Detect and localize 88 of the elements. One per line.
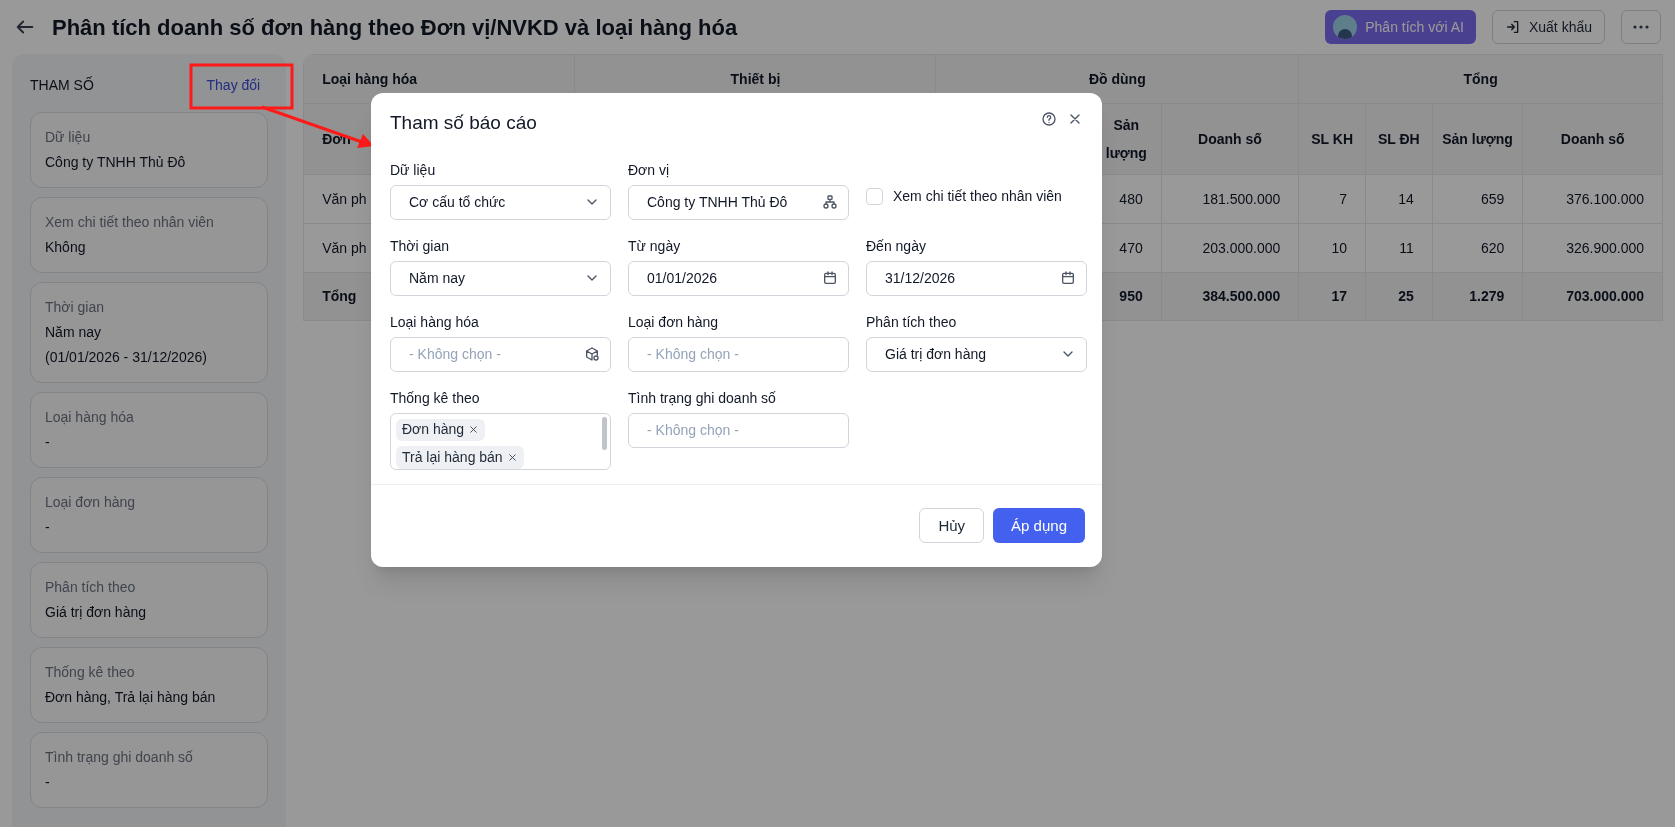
param-label: Phân tích theo xyxy=(45,578,137,597)
table-cell: 620 xyxy=(1481,239,1505,256)
table-cell: 203.000.000 xyxy=(1202,239,1281,256)
help-button[interactable] xyxy=(1041,111,1057,127)
checkbox[interactable] xyxy=(866,187,883,205)
param-value: Năm nay xyxy=(45,323,103,342)
date-field[interactable]: 31/12/2026 xyxy=(866,260,1087,296)
table-cell: 10 xyxy=(1331,239,1347,256)
dialog-title: Tham số báo cáo xyxy=(390,111,537,135)
apply-button[interactable]: Áp dụng xyxy=(993,508,1085,544)
tag-field[interactable]: Đơn hàng Trả lại hàng bán xyxy=(390,412,611,470)
param-label: Thời gian xyxy=(45,298,105,317)
tag-chip: Trả lại hàng bán xyxy=(396,446,524,469)
param-label: Loại đơn hàng xyxy=(45,493,137,512)
panel-title: THAM SỐ xyxy=(30,75,94,95)
change-link[interactable]: Thay đổi xyxy=(206,74,261,96)
cancel-button[interactable]: Hủy xyxy=(919,508,985,544)
param-value: (01/01/2026 - 31/12/2026) xyxy=(45,348,208,367)
table-header: SL ĐH xyxy=(1378,130,1420,149)
page-title: Phân tích doanh số đơn hàng theo Đơn vị/NVKD và loại hàng hóa xyxy=(52,13,738,42)
remove-icon xyxy=(468,424,480,436)
table-cell: 7 xyxy=(1339,190,1347,207)
param-value: Đơn hàng, Trả lại hàng bán xyxy=(45,688,217,707)
table-cell: 14 xyxy=(1398,190,1414,207)
calendar-icon xyxy=(1060,270,1076,286)
input-field[interactable]: Công ty TNHH Thủ Đô xyxy=(628,184,849,220)
export-icon xyxy=(1504,19,1521,35)
param-label: Tình trạng ghi doanh số xyxy=(45,748,194,767)
date-field[interactable]: 01/01/2026 xyxy=(628,260,849,296)
table-header: Loại hàng hóa xyxy=(322,70,418,87)
table-cell: Tổng xyxy=(322,288,357,304)
field-label: Tình trạng ghi doanh số xyxy=(628,388,777,405)
field-label: Loại hàng hóa xyxy=(390,312,480,329)
param-value: Công ty TNHH Thủ Đô xyxy=(45,153,187,172)
table-header: Doanh số xyxy=(1560,130,1625,149)
table-cell: 376.100.000 xyxy=(1566,190,1644,207)
avatar-icon xyxy=(1333,15,1358,39)
table-cell: 17 xyxy=(1331,288,1347,304)
table-cell: 11 xyxy=(1399,239,1414,256)
checkbox-option[interactable]: Xem chi tiết theo nhân viên xyxy=(866,178,1062,214)
table-header: Tổng xyxy=(1463,70,1498,87)
scrollbar xyxy=(602,416,607,450)
dropdown[interactable]: Năm nay xyxy=(390,260,611,296)
table-cell: 181.500.000 xyxy=(1202,190,1281,207)
field-label: Từ ngày xyxy=(628,236,682,253)
param-value: - xyxy=(45,773,51,792)
field-label: Loại đơn hàng xyxy=(628,312,720,329)
field-label: Thời gian xyxy=(390,236,450,253)
table-header: Thiết bị xyxy=(730,70,781,87)
help-icon xyxy=(1041,111,1057,127)
field-label: Đến ngày xyxy=(866,236,927,253)
field-label: Thống kê theo xyxy=(390,388,481,405)
param-value: Giá trị đơn hàng xyxy=(45,603,147,622)
param-label: Thống kê theo xyxy=(45,663,136,682)
table-cell: 384.500.000 xyxy=(1202,288,1281,304)
param-label: Xem chi tiết theo nhân viên xyxy=(45,213,215,232)
field-label: Phân tích theo xyxy=(866,312,958,329)
table-header: Doanh số xyxy=(1198,130,1262,149)
dropdown[interactable]: Giá trị đơn hàng xyxy=(866,336,1087,372)
table-cell: Văn ph xyxy=(322,239,367,256)
box-icon xyxy=(584,346,600,362)
export-button[interactable]: Xuất khẩu xyxy=(1491,10,1605,44)
field-label: Dữ liệu xyxy=(390,160,437,177)
hierarchy-icon xyxy=(822,194,838,210)
table-header: SL KH xyxy=(1311,130,1353,149)
param-value: - xyxy=(45,433,51,452)
table-cell: 950 xyxy=(1119,288,1143,304)
calendar-icon xyxy=(822,270,838,286)
more-icon xyxy=(1633,25,1649,29)
table-cell: Văn ph xyxy=(322,190,367,207)
tag-chip: Đơn hàng xyxy=(396,418,486,441)
table-cell: 703.000.000 xyxy=(1566,288,1644,304)
param-value: Không xyxy=(45,238,87,257)
table-cell: 326.900.000 xyxy=(1566,239,1644,256)
table-header: Sản lượng xyxy=(1104,116,1148,163)
table-header: Sản lượng xyxy=(1442,130,1513,149)
table-cell: 25 xyxy=(1398,288,1414,304)
param-value: - xyxy=(45,518,51,537)
remove-icon xyxy=(506,451,518,463)
dropdown[interactable]: Cơ cấu tổ chức xyxy=(390,184,611,220)
table-cell: 480 xyxy=(1119,190,1143,207)
param-label: Loại hàng hóa xyxy=(45,408,135,427)
field-label: Đơn vị xyxy=(628,160,671,177)
param-label: Dữ liệu xyxy=(45,128,92,147)
table-cell: 659 xyxy=(1481,190,1505,207)
table-cell: 1.279 xyxy=(1469,288,1505,304)
table-cell: 470 xyxy=(1119,239,1143,256)
table-header: Đồ dùng xyxy=(1088,70,1146,87)
